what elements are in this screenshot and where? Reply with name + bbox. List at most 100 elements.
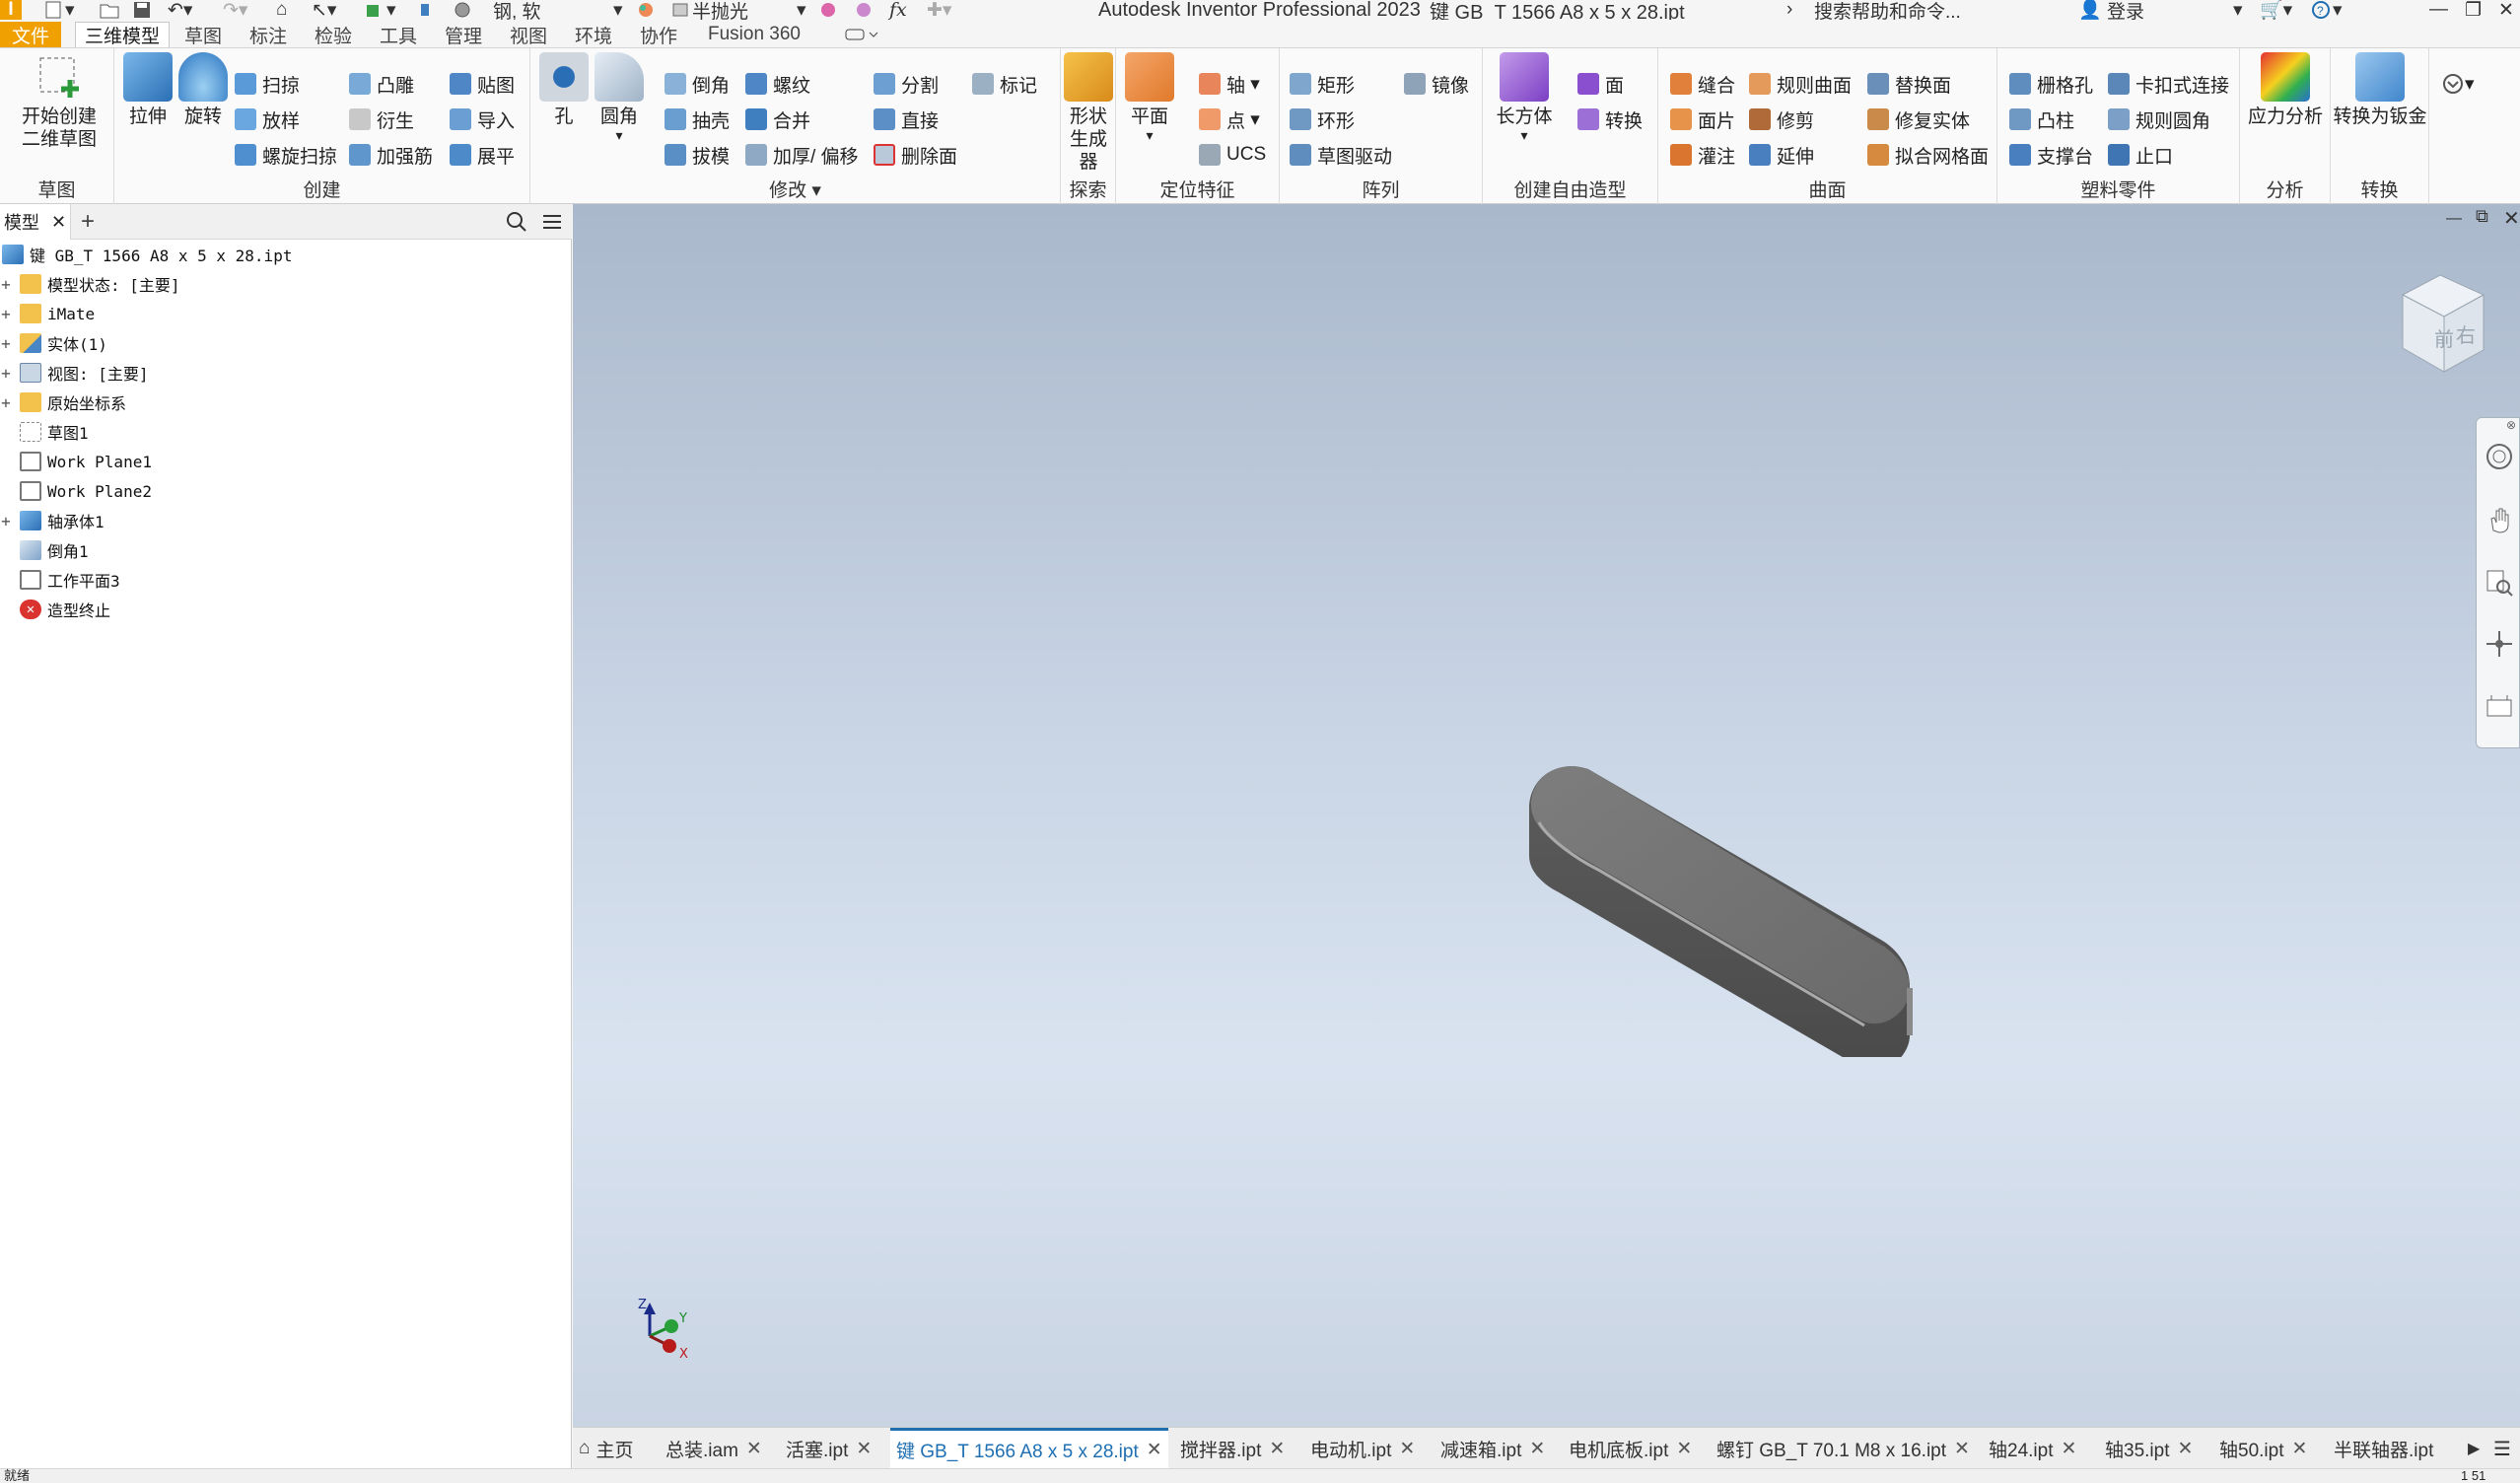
sketch-driven-pattern-button[interactable]: 草图驱动 bbox=[1290, 141, 1392, 169]
appearance-select[interactable]: 半抛光 bbox=[670, 0, 748, 23]
ribbon-display-toggle[interactable] bbox=[840, 22, 883, 47]
tree-node-origin[interactable]: + 原始坐标系 bbox=[0, 388, 126, 417]
cart-icon[interactable]: 🛒▾ bbox=[2260, 0, 2292, 21]
tree-node-view[interactable]: + 视图: [主要] bbox=[0, 358, 149, 388]
sculpt-button[interactable]: 灌注 bbox=[1670, 141, 1735, 169]
pan-icon[interactable] bbox=[2485, 505, 2514, 539]
loft-button[interactable]: 放样 bbox=[235, 106, 300, 133]
tree-node-solid-bodies[interactable]: + 实体(1) bbox=[0, 328, 107, 358]
convert-to-sheet-metal-button[interactable]: 转换为钣金 bbox=[2331, 52, 2429, 128]
save-icon[interactable] bbox=[132, 0, 154, 20]
close-tab-icon[interactable]: ✕ bbox=[1529, 1438, 1545, 1460]
tree-node-chamfer1[interactable]: 倒角1 bbox=[0, 535, 89, 565]
plane-button[interactable]: 平面 ▾ bbox=[1122, 52, 1177, 142]
direct-button[interactable]: 直接 bbox=[874, 106, 939, 133]
doc-tab-active[interactable]: 键 GB_T 1566 A8 x 5 x 28.ipt ✕ bbox=[890, 1428, 1168, 1469]
lip-button[interactable]: 止口 bbox=[2108, 141, 2173, 169]
fillet-button[interactable]: 圆角 ▾ bbox=[592, 52, 647, 142]
circular-pattern-button[interactable]: 环形 bbox=[1290, 106, 1355, 133]
coil-button[interactable]: 螺旋扫掠 bbox=[235, 141, 337, 169]
rest-button[interactable]: 支撑台 bbox=[2009, 141, 2093, 169]
start-2d-sketch-button[interactable]: 开始创建 二维草图 bbox=[8, 52, 110, 151]
doc-tab[interactable]: 总装.iam ✕ bbox=[665, 1428, 762, 1469]
tree-node-imate[interactable]: + iMate bbox=[0, 299, 95, 328]
stitch-button[interactable]: 缝合 bbox=[1670, 70, 1735, 98]
restore-icon[interactable]: ❐ bbox=[2465, 0, 2482, 21]
nav-bar-close-icon[interactable]: ⊗ bbox=[2506, 418, 2516, 432]
decal-button[interactable]: 贴图 bbox=[450, 70, 515, 98]
update-icon[interactable]: ▾ bbox=[365, 0, 396, 21]
close-tab-icon[interactable]: ✕ bbox=[1954, 1438, 1970, 1460]
close-tab-icon[interactable]: ✕ bbox=[1269, 1438, 1285, 1460]
fx-icon[interactable]: fx bbox=[889, 0, 907, 21]
material-icon[interactable] bbox=[452, 0, 473, 20]
undo-icon[interactable]: ↶▾ bbox=[168, 0, 192, 21]
help-search-input[interactable]: 搜索帮助和命令... bbox=[1814, 0, 1961, 23]
axis-button[interactable]: 轴 ▾ bbox=[1199, 70, 1260, 98]
shape-generator-button[interactable]: 形状 生成器 bbox=[1061, 52, 1116, 174]
tab-manage[interactable]: 管理 bbox=[438, 22, 489, 47]
freeform-box-button[interactable]: 长方体 ▾ bbox=[1493, 52, 1556, 142]
split-button[interactable]: 分割 bbox=[874, 70, 939, 98]
expand-icon[interactable]: + bbox=[0, 334, 12, 353]
replace-face-button[interactable]: 替换面 bbox=[1867, 70, 1951, 98]
freeform-box-dropdown-icon[interactable]: ▾ bbox=[1493, 128, 1556, 142]
redo-icon[interactable]: ↷▾ bbox=[223, 0, 247, 21]
trim-button[interactable]: 修剪 bbox=[1749, 106, 1814, 133]
emboss-button[interactable]: 凸雕 bbox=[349, 70, 414, 98]
stress-analysis-button[interactable]: 应力分析 bbox=[2242, 52, 2329, 128]
menu-icon[interactable] bbox=[540, 210, 564, 239]
unfold-button[interactable]: 展平 bbox=[450, 141, 515, 169]
plus-icon[interactable]: ✚▾ bbox=[927, 0, 951, 21]
tab-tools[interactable]: 工具 bbox=[373, 22, 424, 47]
app-logo[interactable]: I bbox=[0, 0, 22, 20]
combine-button[interactable]: 合并 bbox=[745, 106, 810, 133]
fit-mesh-face-button[interactable]: 拟合网格面 bbox=[1867, 141, 1989, 169]
doc-tab[interactable]: 螺钉 GB_T 70.1 M8 x 16.ipt ✕ bbox=[1716, 1428, 1970, 1469]
expand-icon[interactable]: + bbox=[0, 275, 12, 294]
tab-file[interactable]: 文件 bbox=[0, 22, 61, 47]
tab-environments[interactable]: 环境 bbox=[568, 22, 619, 47]
patch-button[interactable]: 面片 bbox=[1670, 106, 1735, 133]
shell-button[interactable]: 抽壳 bbox=[665, 106, 730, 133]
grill-button[interactable]: 栅格孔 bbox=[2009, 70, 2093, 98]
expand-icon[interactable]: + bbox=[0, 305, 12, 323]
doc-tab[interactable]: 轴50.ipt ✕ bbox=[2219, 1428, 2307, 1469]
part-model[interactable] bbox=[1519, 761, 1973, 1057]
steering-wheel-icon[interactable] bbox=[2485, 442, 2514, 476]
tab-collaborate[interactable]: 协作 bbox=[633, 22, 684, 47]
minimize-icon[interactable]: — bbox=[2429, 0, 2448, 20]
tab-annotate[interactable]: 标注 bbox=[243, 22, 294, 47]
doc-tab[interactable]: 活塞.ipt ✕ bbox=[786, 1428, 872, 1469]
open-icon[interactable] bbox=[99, 0, 120, 20]
close-tab-icon[interactable]: ✕ bbox=[1399, 1438, 1415, 1460]
appearance-dropdown-icon[interactable]: ▾ bbox=[797, 0, 806, 21]
material-dropdown-icon[interactable]: ▾ bbox=[613, 0, 623, 21]
close-tab-icon[interactable]: ✕ bbox=[1676, 1438, 1692, 1460]
clear-appearance-icon[interactable] bbox=[854, 0, 875, 20]
rectangular-pattern-button[interactable]: 矩形 bbox=[1290, 70, 1355, 98]
viewport-close-icon[interactable]: ✕ bbox=[2503, 206, 2520, 231]
close-tab-icon[interactable]: ✕ bbox=[51, 212, 66, 233]
ruled-surface-button[interactable]: 规则曲面 bbox=[1749, 70, 1852, 98]
plane-dropdown-icon[interactable]: ▾ bbox=[1122, 128, 1177, 142]
thicken-offset-button[interactable]: 加厚/ 偏移 bbox=[745, 141, 859, 169]
close-tab-icon[interactable]: ✕ bbox=[1147, 1439, 1162, 1461]
close-tab-icon[interactable]: ✕ bbox=[2291, 1438, 2307, 1460]
fillet-dropdown-icon[interactable]: ▾ bbox=[592, 128, 647, 142]
material-select[interactable]: 钢, 软 bbox=[493, 0, 541, 23]
revolve-button[interactable]: 旋转 bbox=[175, 52, 231, 128]
viewport-minimize-icon[interactable]: — bbox=[2446, 210, 2462, 228]
tree-node-work-plane2[interactable]: Work Plane2 bbox=[0, 476, 152, 506]
doc-tab[interactable]: 轴24.ipt ✕ bbox=[1989, 1428, 2076, 1469]
viewport-restore-icon[interactable]: ⧉ bbox=[2476, 206, 2488, 227]
import-button[interactable]: 导入 bbox=[450, 106, 515, 133]
zoom-icon[interactable] bbox=[2485, 568, 2514, 602]
draft-button[interactable]: 拔模 bbox=[665, 141, 730, 169]
expand-icon[interactable]: + bbox=[0, 512, 12, 530]
doc-tab[interactable]: 搅拌器.ipt ✕ bbox=[1180, 1428, 1285, 1469]
add-browser-icon[interactable]: + bbox=[81, 208, 95, 236]
sweep-button[interactable]: 扫掠 bbox=[235, 70, 300, 98]
tab-fusion360[interactable]: Fusion 360 bbox=[700, 22, 808, 47]
appearance-icon[interactable] bbox=[635, 0, 657, 20]
